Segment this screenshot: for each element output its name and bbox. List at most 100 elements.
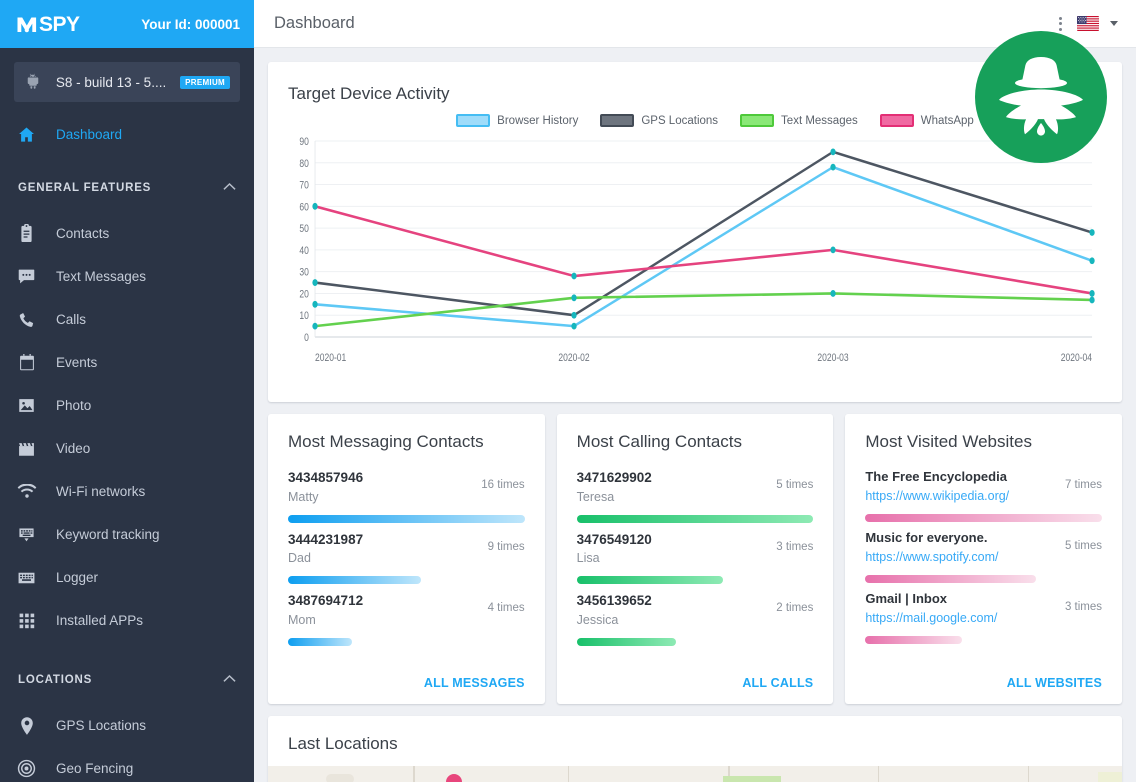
data-point[interactable] <box>571 323 576 330</box>
data-point[interactable] <box>1089 257 1094 264</box>
topbar-actions <box>1055 15 1118 33</box>
legend-label-gps-locations: GPS Locations <box>641 115 718 127</box>
legend-item-browser-history[interactable]: Browser History <box>456 114 578 127</box>
list-item[interactable]: 3471629902Teresa5 times <box>577 468 814 523</box>
data-point[interactable] <box>571 294 576 301</box>
sidebar-item-text-messages[interactable]: Text Messages <box>0 255 254 298</box>
sidebar-item-installed-apps-label: Installed APPs <box>56 613 143 628</box>
grid-apps-icon <box>16 610 37 631</box>
progress-track <box>865 514 1102 522</box>
android-icon <box>24 73 42 91</box>
list-item-header: 3471629902Teresa5 times <box>577 468 814 506</box>
list-item[interactable]: 3434857946Matty16 times <box>288 468 525 523</box>
us-flag-icon[interactable] <box>1077 16 1099 31</box>
list-item-url[interactable]: https://www.spotify.com/ <box>865 548 998 566</box>
sidebar-item-dashboard[interactable]: Dashboard <box>0 112 254 156</box>
list-item-text: 3487694712Mom <box>288 591 363 629</box>
all-websites-link[interactable]: ALL WEBSITES <box>1007 676 1102 690</box>
all-messages-link[interactable]: ALL MESSAGES <box>424 676 525 690</box>
list-item[interactable]: 3476549120Lisa3 times <box>577 530 814 585</box>
data-point[interactable] <box>830 290 835 297</box>
sidebar-item-logger[interactable]: Logger <box>0 556 254 599</box>
chevron-down-icon[interactable] <box>1110 21 1118 26</box>
y-axis-tick-90: 90 <box>299 136 309 148</box>
all-calls-link[interactable]: ALL CALLS <box>742 676 813 690</box>
legend-item-text-messages[interactable]: Text Messages <box>740 114 858 127</box>
sidebar-item-photo[interactable]: Photo <box>0 384 254 427</box>
list-item-header: 3487694712Mom 4 times <box>288 591 525 629</box>
legend-item-gps-locations[interactable]: GPS Locations <box>600 114 718 127</box>
list-item[interactable]: Music for everyone.https://www.spotify.c… <box>865 529 1102 583</box>
list-item-name: Teresa <box>577 488 652 506</box>
spy-silhouette <box>993 51 1089 143</box>
sidebar-item-photo-label: Photo <box>56 398 91 413</box>
image-icon <box>16 395 37 416</box>
sidebar-item-keyword-tracking[interactable]: Keyword tracking <box>0 513 254 556</box>
list-item[interactable]: Gmail | Inboxhttps://mail.google.com/3 t… <box>865 590 1102 644</box>
device-selector[interactable]: S8 - build 13 - 5.... PREMIUM <box>14 62 240 102</box>
data-point[interactable] <box>312 301 317 308</box>
list-item-header: The Free Encyclopediahttps://www.wikiped… <box>865 468 1102 505</box>
list-item-primary: 3434857946 <box>288 468 363 488</box>
sidebar-section-general-features[interactable]: GENERAL FEATURES <box>0 164 254 212</box>
sidebar-item-video[interactable]: Video <box>0 427 254 470</box>
x-axis-tick-2020-01: 2020-01 <box>315 352 346 364</box>
kebab-menu-icon[interactable] <box>1055 15 1066 33</box>
y-axis-tick-70: 70 <box>299 180 309 192</box>
sidebar-item-gps-locations-label: GPS Locations <box>56 718 146 733</box>
progress-track <box>865 636 1102 644</box>
sidebar-section-locations[interactable]: LOCATIONS <box>0 656 254 704</box>
data-point[interactable] <box>1089 297 1094 304</box>
list-item-header: 3434857946Matty16 times <box>288 468 525 506</box>
legend-item-whatsapp[interactable]: WhatsApp <box>880 114 974 127</box>
data-point[interactable] <box>1089 290 1094 297</box>
y-axis-tick-50: 50 <box>299 223 309 235</box>
data-point[interactable] <box>312 279 317 286</box>
list-item[interactable]: 3456139652Jessica2 times <box>577 591 814 646</box>
last-locations-card: Last Locations <box>268 716 1122 782</box>
map-pin-icon <box>16 715 37 736</box>
data-point[interactable] <box>312 323 317 330</box>
sidebar-item-video-label: Video <box>56 441 90 456</box>
list-item[interactable]: The Free Encyclopediahttps://www.wikiped… <box>865 468 1102 522</box>
list-item-text: 3434857946Matty <box>288 468 363 506</box>
calendar-icon <box>16 352 37 373</box>
stat-cards-row: Most Messaging Contacts 3434857946Matty1… <box>268 414 1122 704</box>
data-point[interactable] <box>830 246 835 253</box>
sidebar-item-events[interactable]: Events <box>0 341 254 384</box>
sidebar-item-gps-locations[interactable]: GPS Locations <box>0 704 254 747</box>
mspy-logo[interactable]: SPY <box>16 14 80 35</box>
data-point[interactable] <box>312 203 317 210</box>
sidebar-section-general-features-label: GENERAL FEATURES <box>18 182 151 194</box>
sidebar-item-calls[interactable]: Calls <box>0 298 254 341</box>
list-item-name: Mom <box>288 611 363 629</box>
progress-track <box>577 515 814 523</box>
list-item-text: 3456139652Jessica <box>577 591 652 629</box>
progress-track <box>288 638 525 646</box>
data-point[interactable] <box>830 148 835 155</box>
data-point[interactable] <box>571 273 576 280</box>
premium-badge: PREMIUM <box>180 76 230 89</box>
sidebar-item-contacts[interactable]: Contacts <box>0 212 254 255</box>
sidebar-item-geo-fencing[interactable]: Geo Fencing <box>0 747 254 782</box>
activity-line-chart: 01020304050607080902020-012020-022020-03… <box>284 133 1106 371</box>
list-item-count: 4 times <box>488 591 525 614</box>
sidebar-item-wifi-networks[interactable]: Wi-Fi networks <box>0 470 254 513</box>
list-item[interactable]: 3444231987Dad9 times <box>288 530 525 585</box>
page-title: Dashboard <box>274 14 355 33</box>
map-preview[interactable] <box>268 766 1122 782</box>
data-point[interactable] <box>571 312 576 319</box>
data-point[interactable] <box>830 164 835 171</box>
list-item-header: 3456139652Jessica2 times <box>577 591 814 629</box>
progress-track <box>865 575 1102 583</box>
sidebar-item-installed-apps[interactable]: Installed APPs <box>0 599 254 642</box>
legend-label-text-messages: Text Messages <box>781 115 858 127</box>
messaging-contacts-list: 3434857946Matty16 times 3444231987Dad9 ti… <box>288 468 525 672</box>
dashboard-content: Target Device Activity Browser History G… <box>254 48 1136 782</box>
list-item[interactable]: 3487694712Mom 4 times <box>288 591 525 646</box>
sidebar-item-calls-label: Calls <box>56 312 86 327</box>
list-item-url[interactable]: https://www.wikipedia.org/ <box>865 487 1009 505</box>
list-item-primary: 3487694712 <box>288 591 363 611</box>
data-point[interactable] <box>1089 229 1094 236</box>
list-item-url[interactable]: https://mail.google.com/ <box>865 609 997 627</box>
